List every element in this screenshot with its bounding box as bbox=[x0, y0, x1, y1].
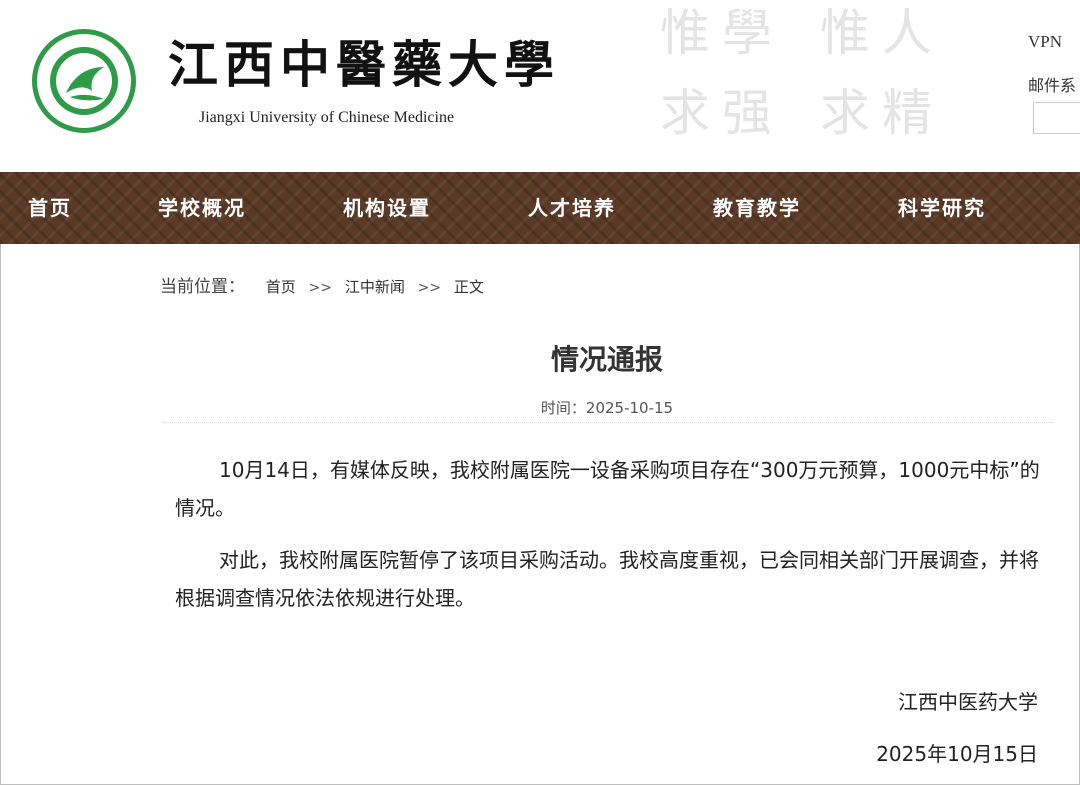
article-date: 时间：2025-10-15 bbox=[540, 399, 674, 417]
university-logo-icon[interactable] bbox=[30, 27, 138, 135]
breadcrumb-current: 正文 bbox=[453, 278, 484, 296]
motto-char: 强 bbox=[722, 84, 772, 142]
title-divider bbox=[163, 422, 1053, 423]
article-signature-date: 2025年10月15日 bbox=[876, 742, 1038, 766]
motto-char: 人 bbox=[882, 4, 932, 62]
nav-item-organization[interactable]: 机构设置 bbox=[343, 172, 431, 244]
motto-char: 惟 bbox=[660, 4, 710, 62]
university-name-cn: 江西中醫藥大學 bbox=[168, 35, 560, 94]
article-paragraph: 10月14日，有媒体反映，我校附属医院一设备采购项目存在“300万元预算，100… bbox=[175, 458, 1040, 520]
header-search-input[interactable] bbox=[1033, 102, 1080, 134]
mail-system-link[interactable]: 邮件系 bbox=[1028, 72, 1076, 96]
nav-item-about[interactable]: 学校概况 bbox=[158, 172, 246, 244]
vpn-link[interactable]: VPN bbox=[1028, 32, 1062, 52]
motto-calligraphy: 惟 學 惟 人 求 强 求 精 bbox=[660, 8, 960, 158]
breadcrumb-label: 当前位置： bbox=[160, 277, 245, 297]
article-signature: 江西中医药大学 bbox=[898, 690, 1038, 714]
nav-item-teaching[interactable]: 教育教学 bbox=[713, 172, 801, 244]
nav-item-home[interactable]: 首页 bbox=[28, 172, 72, 244]
motto-char: 求 bbox=[660, 84, 710, 142]
university-name-en: Jiangxi University of Chinese Medicine bbox=[199, 109, 455, 126]
main-nav: 首页 学校概况 机构设置 人才培养 教育教学 科学研究 bbox=[0, 172, 1080, 244]
breadcrumb-home-link[interactable]: 首页 bbox=[266, 278, 296, 296]
breadcrumb-separator: >> bbox=[417, 280, 442, 296]
motto-char: 學 bbox=[722, 4, 772, 62]
site-header: 江西中醫藥大學 Jiangxi University of Chinese Me… bbox=[0, 0, 1080, 172]
motto-char: 精 bbox=[882, 84, 932, 142]
article-title: 情况通报 bbox=[550, 343, 663, 376]
motto-char: 惟 bbox=[820, 4, 870, 62]
breadcrumb-separator: >> bbox=[308, 280, 333, 296]
motto-char: 求 bbox=[820, 84, 870, 142]
article-paragraph: 对此，我校附属医院暂停了该项目采购活动。我校高度重视，已会同相关部门开展调查，并… bbox=[175, 548, 1039, 610]
nav-item-talent[interactable]: 人才培养 bbox=[528, 172, 616, 244]
breadcrumb: 当前位置： 首页 >> 江中新闻 >> 正文 bbox=[160, 272, 484, 297]
breadcrumb-news-link[interactable]: 江中新闻 bbox=[345, 278, 405, 296]
nav-item-research[interactable]: 科学研究 bbox=[898, 172, 986, 244]
